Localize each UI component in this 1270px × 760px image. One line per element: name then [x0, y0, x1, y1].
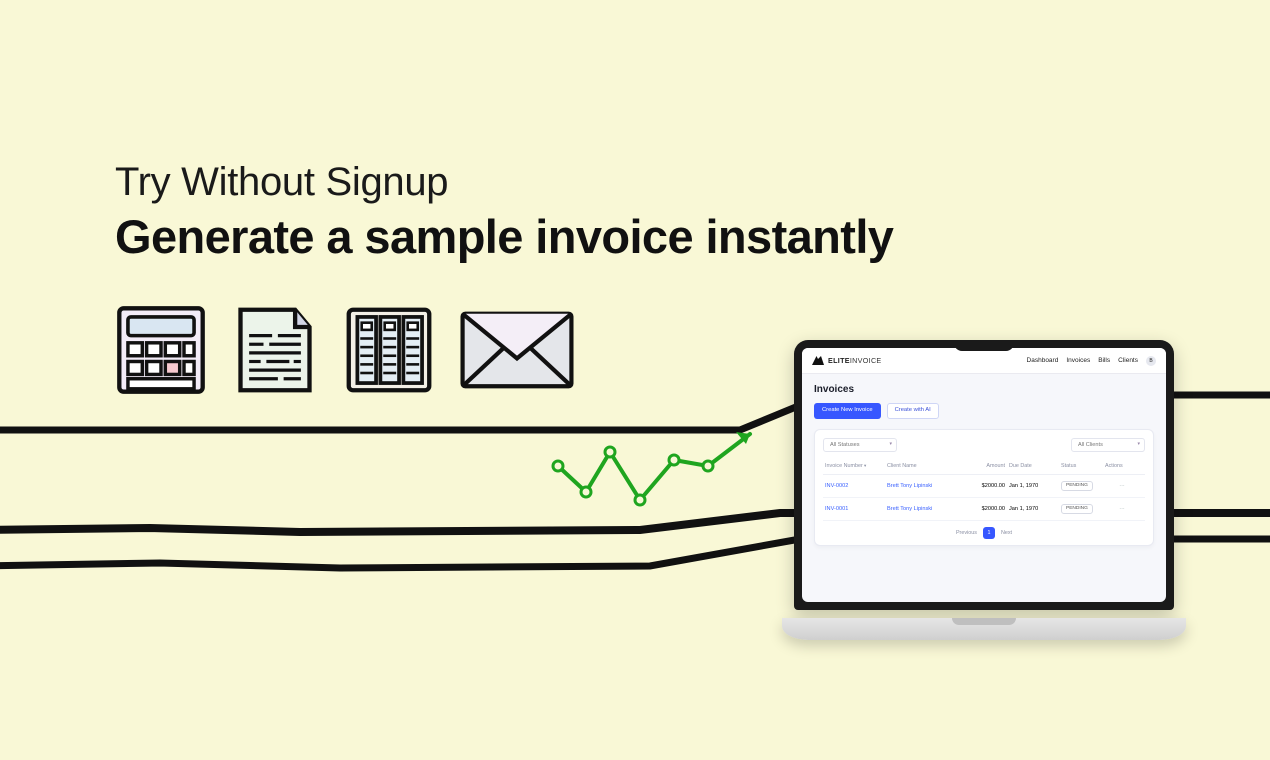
nav-dashboard[interactable]: Dashboard — [1027, 357, 1059, 364]
status-badge: PENDING — [1061, 481, 1093, 491]
brand-mark-icon — [812, 356, 824, 365]
laptop-mock: ELITEINVOICE Dashboard Invoices Bills Cl… — [782, 340, 1186, 640]
row-actions[interactable]: ··· — [1105, 506, 1139, 512]
calculator-icon — [115, 304, 207, 396]
table-row: INV-0001 Brett Tony Lipinski $2000.00 Ja… — [823, 498, 1145, 521]
file-cabinet-icon — [343, 304, 435, 396]
col-status: Status — [1061, 463, 1101, 469]
brand-bold: ELITE — [828, 356, 850, 365]
client-filter[interactable]: All Clients — [1071, 438, 1145, 452]
cell-amount: $2000.00 — [959, 506, 1005, 512]
laptop-notch — [954, 340, 1014, 351]
nav-invoices[interactable]: Invoices — [1066, 357, 1090, 364]
cell-due: Jan 1, 1970 — [1009, 506, 1057, 512]
pagination: Previous 1 Next — [823, 527, 1145, 539]
col-amount: Amount — [959, 463, 1005, 469]
chart-arrow-icon — [550, 416, 770, 531]
subheadline: Try Without Signup — [115, 160, 1270, 205]
brand-logo: ELITEINVOICE — [812, 356, 882, 365]
create-invoice-button[interactable]: Create New Invoice — [814, 403, 881, 419]
brand-thin: INVOICE — [850, 356, 882, 365]
pager-page[interactable]: 1 — [983, 527, 995, 539]
row-actions[interactable]: ··· — [1105, 483, 1139, 489]
col-actions: Actions — [1105, 463, 1139, 469]
nav-bills[interactable]: Bills — [1098, 357, 1110, 364]
invoice-table-card: All Statuses All Clients Invoice Number … — [814, 429, 1154, 546]
col-due: Due Date — [1009, 463, 1057, 469]
table-row: INV-0002 Brett Tony Lipinski $2000.00 Ja… — [823, 475, 1145, 498]
status-filter[interactable]: All Statuses — [823, 438, 897, 452]
avatar[interactable]: B — [1146, 356, 1156, 366]
nav-clients[interactable]: Clients — [1118, 357, 1138, 364]
page-title: Invoices — [814, 384, 1154, 395]
document-icon — [229, 304, 321, 396]
client-link[interactable]: Brett Tony Lipinski — [887, 506, 955, 512]
pager-next[interactable]: Next — [1001, 530, 1012, 536]
app-nav: ELITEINVOICE Dashboard Invoices Bills Cl… — [802, 348, 1166, 374]
status-badge: PENDING — [1061, 504, 1093, 514]
headline: Generate a sample invoice instantly — [115, 209, 1270, 264]
table-header: Invoice Number Client Name Amount Due Da… — [823, 460, 1145, 475]
col-number[interactable]: Invoice Number — [825, 463, 883, 469]
laptop-deck — [782, 618, 1186, 640]
envelope-icon — [457, 304, 577, 396]
pager-prev[interactable]: Previous — [956, 530, 977, 536]
col-client: Client Name — [887, 463, 955, 469]
invoice-number-link[interactable]: INV-0001 — [825, 506, 883, 512]
create-with-ai-button[interactable]: Create with AI — [887, 403, 939, 419]
client-link[interactable]: Brett Tony Lipinski — [887, 483, 955, 489]
cell-amount: $2000.00 — [959, 483, 1005, 489]
cell-due: Jan 1, 1970 — [1009, 483, 1057, 489]
invoice-number-link[interactable]: INV-0002 — [825, 483, 883, 489]
